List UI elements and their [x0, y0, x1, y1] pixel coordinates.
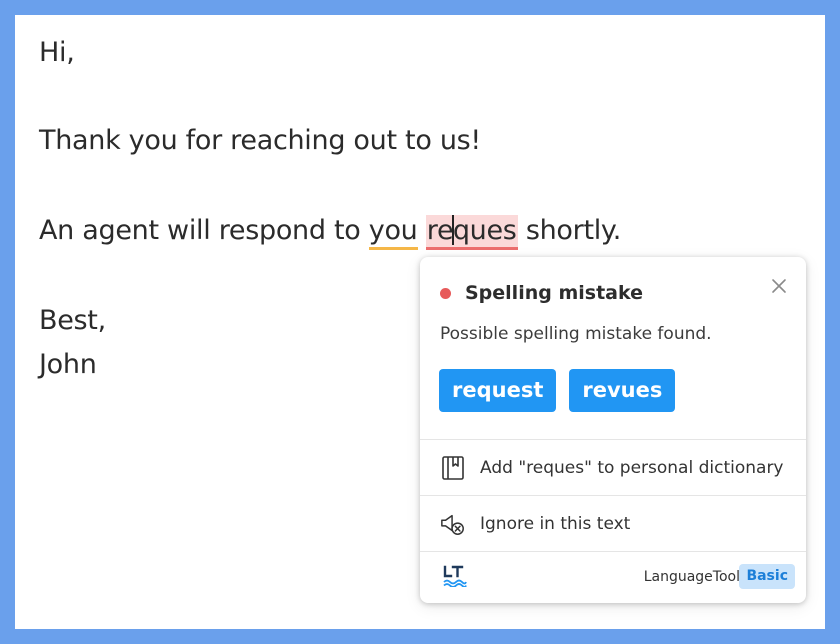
plan-badge[interactable]: Basic	[739, 564, 795, 589]
error-word-part-1: re	[426, 215, 454, 246]
dictionary-icon	[440, 455, 466, 481]
spelling-suggestion-popup: Spelling mistake Possible spelling mista…	[420, 257, 806, 603]
ignore-in-text-label: Ignore in this text	[480, 513, 631, 534]
popup-header: Spelling mistake	[440, 282, 643, 304]
body-line-2: An agent will respond to you reques shor…	[39, 215, 622, 250]
closing-line: Best,	[39, 305, 106, 336]
error-word-part-2: ques	[452, 215, 517, 246]
popup-footer: LanguageTool Basic	[420, 551, 806, 603]
body-line-1: Thank you for reaching out to us!	[39, 125, 481, 156]
ignore-in-text-button[interactable]: Ignore in this text	[420, 496, 806, 551]
popup-title: Spelling mistake	[465, 282, 643, 304]
popup-message: Possible spelling mistake found.	[440, 324, 712, 344]
body-line-2-end: shortly.	[517, 215, 622, 246]
suggestion-button-revues[interactable]: revues	[569, 369, 676, 412]
brand-name: LanguageTool	[643, 569, 740, 585]
signature-line: John	[39, 349, 97, 380]
error-dot-icon	[440, 287, 451, 299]
languagetool-logo-icon[interactable]	[442, 565, 468, 588]
spelling-error-word[interactable]: reques	[425, 215, 518, 250]
add-to-dictionary-button[interactable]: Add "reques" to personal dictionary	[420, 440, 806, 495]
close-icon[interactable]	[770, 277, 788, 295]
body-line-2-start: An agent will respond to	[39, 215, 369, 246]
suggestion-button-request[interactable]: request	[439, 369, 557, 412]
greeting-line: Hi,	[39, 37, 75, 68]
style-warning-word[interactable]: you	[368, 215, 418, 250]
suggestion-list: request revues	[439, 369, 676, 412]
ignore-icon	[440, 511, 466, 537]
add-to-dictionary-label: Add "reques" to personal dictionary	[480, 457, 784, 478]
